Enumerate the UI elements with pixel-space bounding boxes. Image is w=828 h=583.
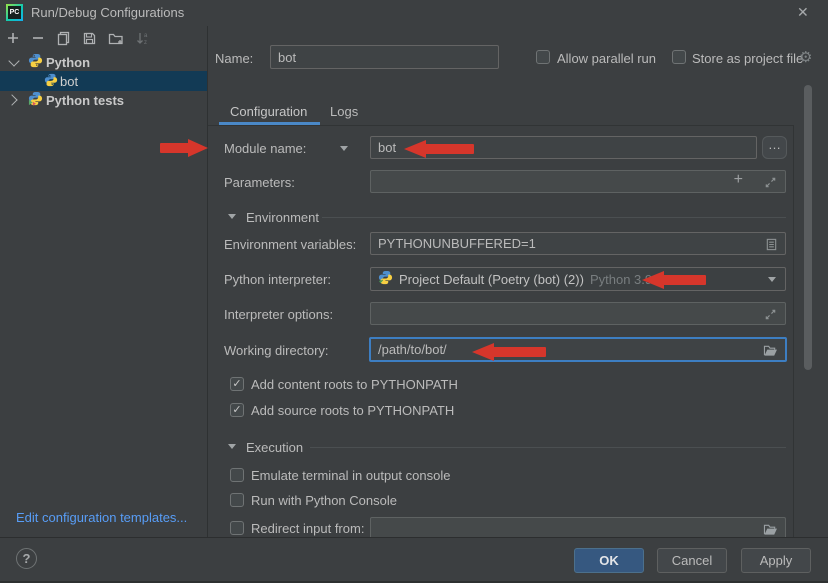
module-browse-button[interactable]: … — [762, 136, 787, 159]
execution-section-divider — [310, 447, 786, 448]
chevron-collapsed-icon[interactable] — [6, 94, 17, 105]
store-settings-gear-icon[interactable]: ⚙ — [799, 48, 812, 66]
python-icon — [28, 53, 43, 71]
emulate-terminal-checkbox[interactable] — [230, 468, 244, 482]
name-input-value: bot — [278, 50, 296, 65]
cancel-button-label: Cancel — [672, 553, 712, 568]
target-type-dropdown-icon[interactable] — [340, 146, 348, 151]
help-icon[interactable]: ? — [16, 548, 37, 569]
apply-button-label: Apply — [760, 553, 793, 568]
python-interpreter-value: Project Default (Poetry (bot) (2)) — [399, 272, 584, 287]
copy-configuration-icon[interactable] — [55, 30, 71, 46]
edit-configuration-templates-link[interactable]: Edit configuration templates... — [16, 510, 187, 525]
environment-section-title[interactable]: Environment — [246, 210, 319, 225]
remove-configuration-icon[interactable] — [30, 30, 46, 46]
expand-field-icon[interactable] — [763, 307, 777, 321]
annotation-arrow-left — [642, 271, 706, 289]
add-content-roots-label: Add content roots to PYTHONPATH — [251, 377, 458, 392]
redirect-input-input[interactable] — [370, 517, 786, 537]
tree-item-label: bot — [60, 74, 78, 89]
poetry-python-icon — [378, 270, 393, 288]
interpreter-options-label: Interpreter options: — [224, 307, 333, 322]
emulate-terminal-label: Emulate terminal in output console — [251, 468, 450, 483]
sidebar: az Python bot Python tests Edit configu — [0, 26, 207, 537]
python-icon — [44, 73, 58, 90]
parameters-input[interactable]: + — [370, 170, 786, 193]
ok-button-label: OK — [599, 553, 619, 568]
interpreter-options-input[interactable] — [370, 302, 786, 325]
new-folder-icon[interactable] — [107, 30, 125, 46]
environment-variables-value: PYTHONUNBUFFERED=1 — [378, 236, 536, 251]
python-interpreter-label: Python interpreter: — [224, 272, 331, 287]
tab-configuration[interactable]: Configuration — [230, 104, 307, 119]
allow-parallel-run-label: Allow parallel run — [557, 51, 656, 66]
expand-field-icon[interactable] — [763, 175, 777, 189]
svg-text:a: a — [144, 33, 148, 39]
name-label: Name: — [215, 51, 253, 66]
ok-button[interactable]: OK — [574, 548, 644, 573]
redirect-input-label: Redirect input from: — [251, 521, 364, 536]
env-vars-list-icon[interactable] — [764, 237, 778, 251]
environment-variables-input[interactable]: PYTHONUNBUFFERED=1 — [370, 232, 786, 255]
chevron-expanded-icon[interactable] — [8, 55, 19, 66]
tree-item-label: Python — [46, 55, 90, 70]
sort-alphabetically-icon[interactable]: az — [134, 30, 150, 46]
browse-dots: … — [768, 137, 781, 152]
name-input[interactable]: bot — [270, 45, 499, 69]
allow-parallel-run-checkbox[interactable] — [536, 50, 550, 64]
add-source-roots-label: Add source roots to PYTHONPATH — [251, 403, 454, 418]
save-configuration-icon[interactable] — [81, 30, 97, 46]
sidebar-toolbar: az — [0, 30, 207, 50]
add-content-roots-checkbox[interactable]: ✓ — [230, 377, 244, 391]
tree-item-python-group[interactable]: Python — [0, 52, 207, 72]
vertical-scrollbar[interactable] — [804, 85, 812, 370]
run-debug-configurations-dialog: PC Run/Debug Configurations ✕ az — [0, 0, 828, 583]
cancel-button[interactable]: Cancel — [657, 548, 727, 573]
module-name-value: bot — [378, 140, 396, 155]
environment-section-collapse-icon[interactable] — [228, 214, 236, 219]
environment-section-divider — [322, 217, 786, 218]
folder-icon[interactable] — [763, 343, 778, 357]
tabs-divider — [208, 125, 794, 126]
environment-variables-label: Environment variables: — [224, 237, 356, 252]
tree-item-label: Python tests — [46, 93, 124, 108]
python-interpreter-combobox[interactable]: Project Default (Poetry (bot) (2)) Pytho… — [370, 267, 786, 291]
annotation-arrow-left — [404, 140, 474, 158]
dialog-title: Run/Debug Configurations — [31, 5, 184, 20]
working-directory-value: /path/to/bot/ — [378, 342, 447, 357]
add-source-roots-checkbox[interactable]: ✓ — [230, 403, 244, 417]
store-as-project-file-label: Store as project file — [692, 51, 803, 66]
check-icon: ✓ — [232, 379, 241, 390]
python-tests-icon — [28, 91, 43, 109]
annotation-arrow-left — [472, 343, 546, 361]
apply-button[interactable]: Apply — [741, 548, 811, 573]
execution-section-title[interactable]: Execution — [246, 440, 303, 455]
tree-item-bot[interactable]: bot — [0, 71, 207, 91]
annotation-arrow-right — [160, 139, 208, 157]
pycharm-logo-icon: PC — [6, 4, 23, 21]
help-glyph: ? — [23, 551, 31, 566]
module-name-label[interactable]: Module name: — [224, 141, 306, 156]
svg-text:z: z — [144, 40, 147, 46]
working-directory-input[interactable]: /path/to/bot/ — [369, 337, 787, 362]
sidebar-divider — [207, 26, 208, 537]
add-macro-icon[interactable]: + — [734, 171, 743, 189]
store-as-project-file-checkbox[interactable] — [672, 50, 686, 64]
execution-section-collapse-icon[interactable] — [228, 444, 236, 449]
content-right-edge — [793, 126, 794, 537]
tree-item-python-tests-group[interactable]: Python tests — [0, 90, 207, 110]
close-icon[interactable]: ✕ — [797, 4, 809, 21]
title-bar: PC Run/Debug Configurations ✕ — [0, 0, 828, 26]
folder-icon[interactable] — [763, 522, 778, 536]
tab-logs[interactable]: Logs — [330, 104, 358, 119]
redirect-input-checkbox[interactable] — [230, 521, 244, 535]
check-icon: ✓ — [232, 405, 241, 416]
parameters-label: Parameters: — [224, 175, 295, 190]
footer: ? OK Cancel Apply — [0, 537, 828, 581]
add-configuration-icon[interactable] — [5, 30, 21, 46]
run-python-console-checkbox[interactable] — [230, 493, 244, 507]
interpreter-dropdown-icon[interactable] — [768, 277, 776, 282]
run-python-console-label: Run with Python Console — [251, 493, 397, 508]
working-directory-label: Working directory: — [224, 343, 329, 358]
